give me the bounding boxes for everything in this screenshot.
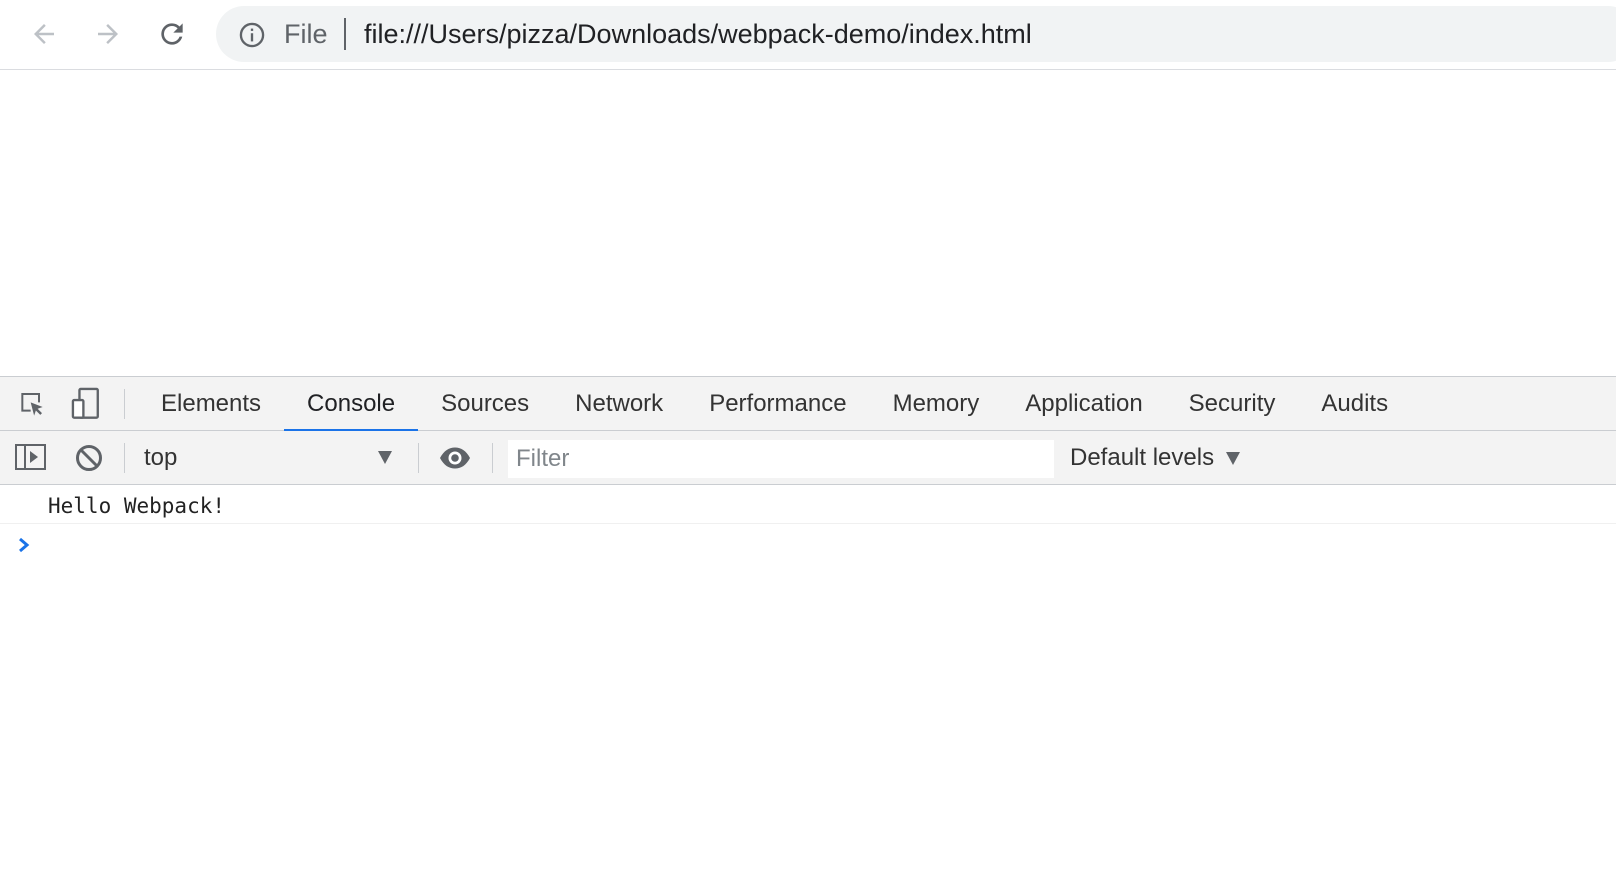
device-toolbar-icon[interactable] — [70, 387, 102, 421]
tab-console[interactable]: Console — [284, 377, 419, 432]
context-selector[interactable]: top — [132, 439, 406, 477]
devtools-tabs: Elements Console Sources Network Perform… — [138, 377, 1411, 432]
tab-application[interactable]: Application — [1002, 377, 1165, 431]
toolbar-divider — [492, 443, 493, 473]
caret-down-icon — [378, 451, 392, 464]
tab-audits[interactable]: Audits — [1298, 377, 1411, 431]
console-input[interactable] — [48, 529, 1588, 561]
tab-security[interactable]: Security — [1166, 377, 1299, 431]
clear-console-icon[interactable] — [74, 443, 104, 473]
arrow-right-icon — [93, 19, 123, 49]
scheme-label[interactable]: File — [284, 20, 328, 48]
console-message-text: Hello Webpack! — [48, 494, 226, 518]
tabbar-divider — [124, 389, 125, 419]
page-viewport — [0, 71, 1616, 376]
default-levels-dropdown[interactable]: Default levels — [1070, 439, 1241, 477]
tab-elements[interactable]: Elements — [138, 377, 284, 431]
filter-input[interactable] — [508, 440, 1054, 478]
inspect-element-icon[interactable] — [16, 389, 48, 421]
tab-performance[interactable]: Performance — [686, 377, 869, 431]
reload-button[interactable] — [152, 14, 192, 54]
tab-memory[interactable]: Memory — [870, 377, 1003, 431]
toolbar-divider — [418, 443, 419, 473]
tab-sources[interactable]: Sources — [418, 377, 552, 431]
reload-icon — [156, 18, 188, 50]
browser-toolbar: File file:///Users/pizza/Downloads/webpa… — [0, 0, 1616, 70]
console-toolbar: top Default levels — [0, 431, 1616, 485]
tab-network[interactable]: Network — [552, 377, 686, 431]
context-value: top — [144, 444, 178, 471]
chevron-right-icon[interactable] — [16, 535, 32, 560]
console-sidebar-icon[interactable] — [14, 442, 48, 472]
back-button[interactable] — [24, 14, 64, 54]
devtools-tabbar: Elements Console Sources Network Perform… — [0, 377, 1616, 432]
url-text[interactable]: file:///Users/pizza/Downloads/webpack-de… — [364, 20, 1032, 48]
devtools-panel: Elements Console Sources Network Perform… — [0, 376, 1616, 882]
toolbar-divider — [124, 443, 125, 473]
arrow-left-icon — [29, 19, 59, 49]
caret-down-icon — [1226, 451, 1241, 465]
forward-button[interactable] — [88, 14, 128, 54]
info-circle-icon[interactable] — [238, 21, 266, 54]
console-message: Hello Webpack! — [0, 485, 1616, 524]
omnibox-divider — [344, 18, 346, 50]
levels-label: Default levels — [1070, 444, 1215, 471]
address-bar[interactable]: File file:///Users/pizza/Downloads/webpa… — [216, 6, 1616, 62]
eye-icon[interactable] — [438, 444, 472, 472]
